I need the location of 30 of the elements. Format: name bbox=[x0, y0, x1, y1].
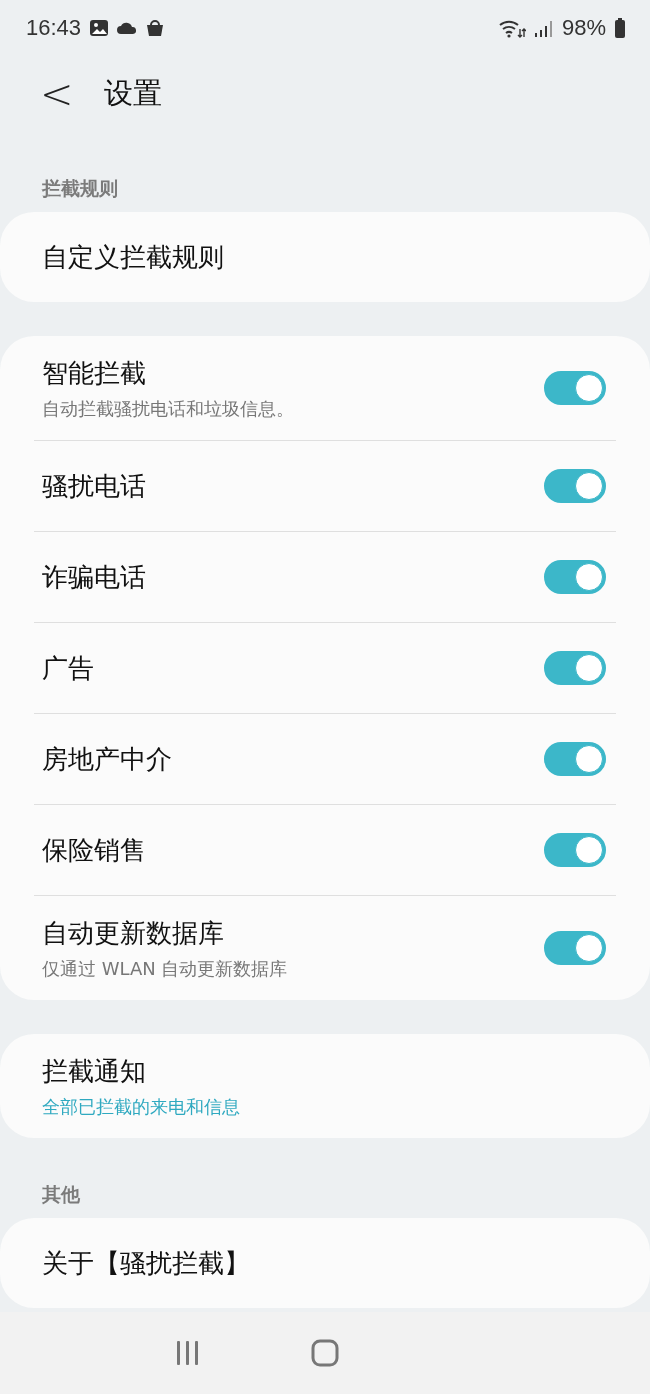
back-button[interactable]: < bbox=[40, 74, 74, 114]
battery-icon bbox=[614, 17, 626, 39]
image-icon bbox=[89, 18, 110, 38]
setting-description: 自动拦截骚扰电话和垃圾信息。 bbox=[42, 396, 294, 421]
toggle-switch[interactable] bbox=[544, 371, 606, 405]
home-icon bbox=[310, 1338, 340, 1368]
status-time: 16:43 bbox=[26, 15, 82, 41]
setting-title[interactable]: 骚扰电话 bbox=[42, 468, 146, 504]
section-label: 其他 bbox=[41, 1182, 81, 1207]
signal-icon bbox=[533, 18, 554, 38]
section-label: 拦截规则 bbox=[40, 176, 119, 201]
battery-level: 98% bbox=[561, 15, 606, 41]
setting-title[interactable]: 保险销售 bbox=[42, 832, 146, 868]
setting-title[interactable]: 智能拦截 bbox=[42, 355, 294, 391]
setting-title[interactable]: 自动更新数据库 bbox=[42, 915, 288, 951]
toggle-switch[interactable] bbox=[544, 833, 606, 867]
setting-description: 仅通过 WLAN 自动更新数据库 bbox=[42, 956, 288, 981]
setting-title[interactable]: 拦截通知 bbox=[42, 1053, 240, 1089]
setting-title[interactable]: 关于【骚扰拦截】 bbox=[42, 1245, 250, 1281]
shopping-bag-icon bbox=[145, 18, 166, 38]
setting-title[interactable]: 诈骗电话 bbox=[42, 559, 146, 595]
toggle-switch[interactable] bbox=[544, 651, 606, 685]
page-title: 设置 bbox=[103, 75, 162, 112]
setting-title[interactable]: 广告 bbox=[42, 650, 94, 686]
setting-title[interactable]: 房地产中介 bbox=[42, 741, 172, 777]
toggle-switch[interactable] bbox=[544, 560, 606, 594]
toggle-switch[interactable] bbox=[544, 742, 606, 776]
toggle-switch[interactable] bbox=[544, 931, 606, 965]
setting-title[interactable]: 自定义拦截规则 bbox=[42, 239, 224, 275]
toggle-switch[interactable] bbox=[544, 469, 606, 503]
